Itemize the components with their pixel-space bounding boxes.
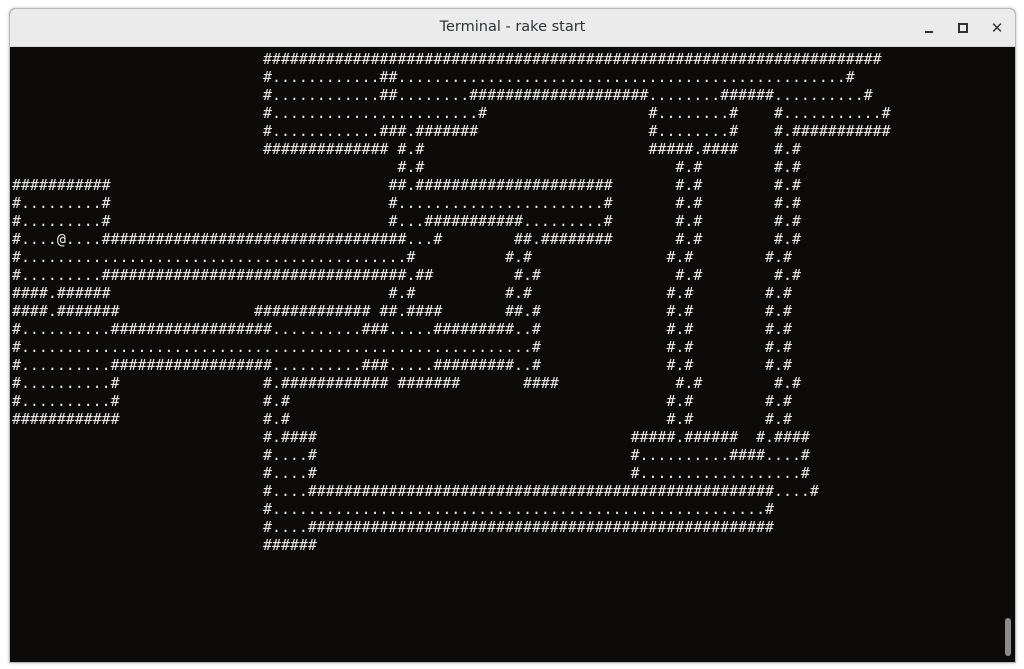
window-title: Terminal - rake start <box>439 19 586 35</box>
terminal-window: Terminal - rake start ✕ ################… <box>9 8 1016 663</box>
maximize-icon <box>958 23 968 33</box>
close-icon: ✕ <box>990 19 1004 37</box>
title-bar[interactable]: Terminal - rake start ✕ <box>10 9 1015 47</box>
scrollbar-thumb[interactable] <box>1005 618 1011 656</box>
maximize-button[interactable] <box>950 15 976 41</box>
vertical-scrollbar[interactable] <box>1002 47 1015 662</box>
terminal-output: ########################################… <box>12 50 891 554</box>
terminal-viewport[interactable]: ########################################… <box>10 47 1002 662</box>
minimize-button[interactable] <box>916 15 942 41</box>
minimize-icon <box>925 31 933 33</box>
close-button[interactable]: ✕ <box>984 15 1010 41</box>
